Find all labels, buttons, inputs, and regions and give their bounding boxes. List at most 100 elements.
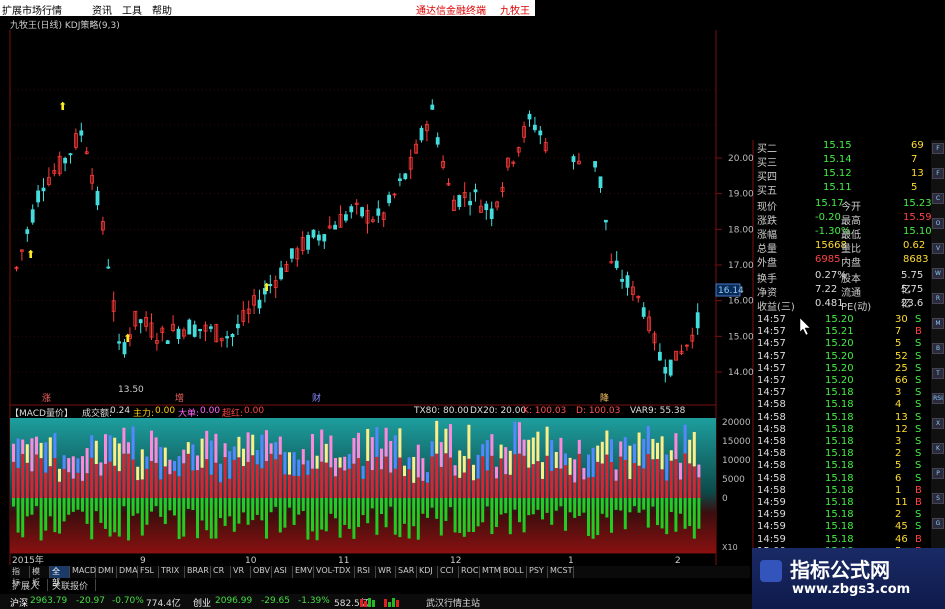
tick-price: 15.18 [825,423,854,435]
volume-bar-up [163,466,167,498]
indicator-tab[interactable]: PSY [527,566,548,578]
tick-row[interactable]: 14:57 15.20 52 S [757,351,922,363]
tick-row[interactable]: 14:58 15.18 12 S [757,424,922,436]
volume-bar-up [117,471,121,498]
volume-bar-top [697,464,701,478]
event-marker-4[interactable]: 降 [600,392,609,404]
volume-bar-up [209,474,213,498]
volume-bar-top [444,428,448,454]
toolbar-button[interactable]: K [932,443,944,454]
candle [527,113,532,120]
volume-bar-up [646,453,650,498]
indicator-tab[interactable]: KDJ [417,566,438,578]
tick-row[interactable]: 14:59 15.18 11 B [757,497,922,509]
tick-row[interactable]: 14:59 15.18 46 B [757,534,922,546]
indicator-tab[interactable]: SAR [396,566,417,578]
toolbar-button[interactable]: B [932,343,944,354]
toolbar-button[interactable]: R [932,293,944,304]
tick-row[interactable]: 14:58 15.18 13 S [757,412,922,424]
event-marker-1[interactable]: 涨 [42,393,51,404]
indicator-tab[interactable]: RSI [355,566,376,578]
toolbar-button[interactable]: X [932,418,944,429]
tick-row[interactable]: 14:58 15.18 3 S [757,436,922,448]
indicator-tab[interactable]: 全部 [50,566,70,587]
volume-bar-up [591,476,595,498]
candle [30,209,35,223]
volume-bar-top [605,430,609,455]
indicator-tab[interactable]: CCI [438,566,459,578]
toolbar-button[interactable]: T [932,368,944,379]
server-name[interactable]: 武汉行情主站 [426,596,480,609]
indicator-tab[interactable]: BRAR [185,566,211,578]
indicator-tab[interactable]: MTM [480,566,501,578]
volume-bar-up [352,463,356,498]
toolbar-button[interactable]: C [932,193,944,204]
indicator-tab[interactable]: DMA [117,566,138,578]
tick-price: 15.18 [825,448,854,460]
toolbar-button[interactable]: P [932,468,944,479]
toolbar-button[interactable]: M [932,318,944,329]
tick-row[interactable]: 14:58 15.18 6 S [757,473,922,485]
toolbar-button[interactable]: V [932,243,944,254]
event-marker-2[interactable]: 增 [175,392,184,404]
tick-row[interactable]: 14:58 15.18 1 B [757,485,922,497]
toolbar-button[interactable]: O [932,218,944,229]
tick-row[interactable]: 14:59 15.18 2 S [757,509,922,521]
volume-bar-down [159,498,163,517]
indicator-tab[interactable]: ROC [459,566,480,578]
indicator-tab[interactable]: MCST [548,566,574,578]
order-book-row[interactable]: 买五 15.11 5 [753,182,931,197]
tick-row[interactable]: 14:57 15.21 7 B [757,326,922,338]
tab-extended[interactable]: 扩展人 [10,579,48,592]
tick-volume: 6 [895,472,902,484]
indicator-tab[interactable]: TRIX [159,566,185,578]
indicator-tab[interactable]: 模板 [30,566,50,587]
tick-time: 14:59 [757,533,786,545]
tick-row[interactable]: 14:58 15.18 2 S [757,448,922,460]
tick-row[interactable]: 14:57 15.20 25 S [757,363,922,375]
candle [376,208,381,216]
volume-bar-down [214,498,218,539]
toolbar-button[interactable]: S [932,493,944,504]
volume-bar-down [430,498,434,508]
volume-bar-up [495,478,498,498]
indicator-tab[interactable]: DMI [96,566,117,578]
toolbar-button[interactable]: W [932,268,944,279]
order-book-row[interactable]: 买三 15.14 7 [753,154,931,169]
tick-row[interactable]: 14:57 15.20 66 S [757,375,922,387]
volume-bar-down [605,498,609,518]
date-axis-label: 11 [338,556,349,566]
indicator-tab[interactable]: 指标 [10,566,30,587]
indicator-tab[interactable]: EMV [293,566,314,578]
indicator-tab[interactable]: MACD [70,566,96,578]
indicator-tab[interactable]: WR [376,566,396,578]
volume-bar-down [154,498,158,507]
order-book-row[interactable]: 买二 15.15 69 [753,140,931,155]
order-book-row[interactable]: 买四 15.12 13 [753,168,931,183]
tick-row[interactable]: 14:58 15.18 5 S [757,460,922,472]
toolbar-button[interactable]: F [932,143,944,154]
candle [614,260,619,269]
toolbar-button[interactable]: RSI [932,393,944,404]
volume-bar-down [559,498,563,507]
tick-row[interactable]: 14:57 15.20 30 S [757,314,922,326]
toolbar-button[interactable]: F [932,168,944,179]
tick-row[interactable]: 14:59 15.18 45 S [757,521,922,533]
indicator-tab[interactable]: BOLL [501,566,527,578]
volume-bar-up [140,479,144,498]
indicator-tab[interactable]: VOL-TDX [314,566,355,578]
indicator-tab[interactable]: OBV [251,566,272,578]
volume-bar-up [104,463,107,498]
event-marker-3[interactable]: 财 [312,392,321,404]
indicator-tab[interactable]: FSL [138,566,159,578]
indicator-tab[interactable]: CR [211,566,231,578]
volume-bar-up [426,482,429,498]
tab-related-quotes[interactable]: 关联报价 [50,579,96,592]
order-book-price: 15.12 [823,168,852,179]
indicator-tab[interactable]: ASI [272,566,293,578]
tick-row[interactable]: 14:57 15.18 3 S [757,387,922,399]
tick-row[interactable]: 14:57 15.20 5 S [757,338,922,350]
indicator-tab[interactable]: VR [231,566,251,578]
toolbar-button[interactable]: G [932,518,944,529]
tick-row[interactable]: 14:58 15.18 4 S [757,399,922,411]
